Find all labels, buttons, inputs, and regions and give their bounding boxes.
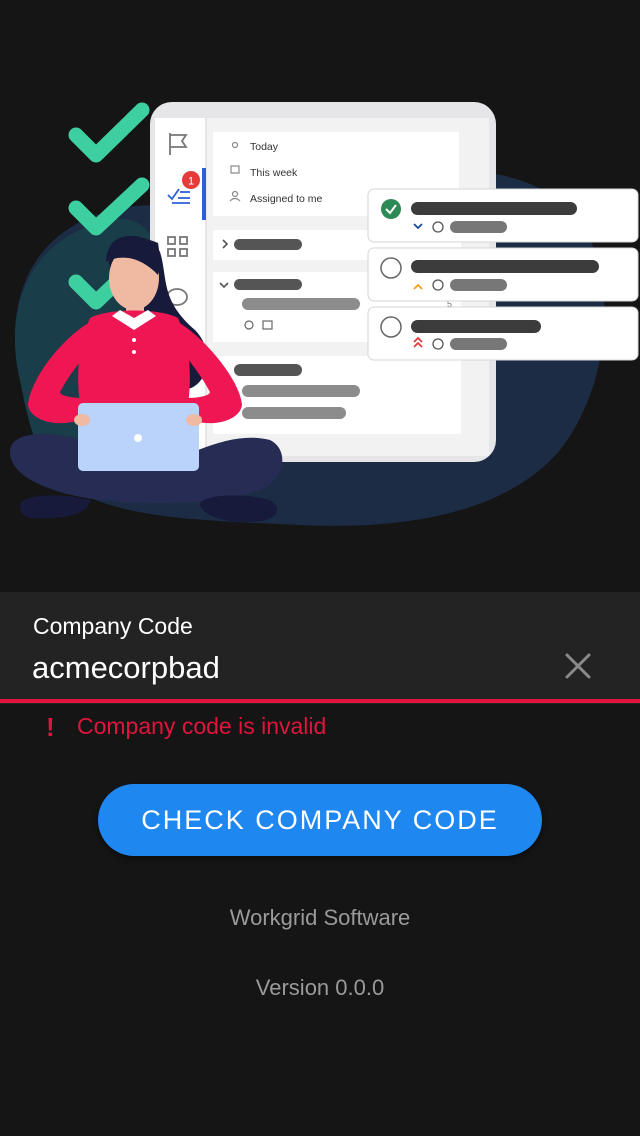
notification-count: 1: [188, 176, 194, 188]
laptop-logo: [134, 434, 142, 442]
company-code-label: Company Code: [33, 613, 193, 639]
task-card: [367, 306, 639, 361]
check-icon: [68, 102, 150, 163]
onboarding-illustration: 1 Today This week Assigned to me 5: [10, 102, 639, 526]
error-message: Company code is invalid: [77, 713, 327, 739]
empty-circle-icon: [380, 316, 402, 338]
menu-item-today: Today: [250, 141, 279, 153]
close-icon: [565, 653, 591, 679]
company-code-field[interactable]: [0, 592, 640, 704]
company-code-input[interactable]: acmecorpbad: [32, 650, 220, 686]
check-circle-icon: [381, 199, 401, 219]
left-hand: [74, 414, 90, 426]
left-foot: [20, 495, 90, 519]
menu-item-this-week: This week: [250, 167, 298, 179]
version-label: Version 0.0.0: [255, 975, 385, 1000]
error-icon: !: [46, 712, 55, 742]
check-company-code-button[interactable]: CHECK COMPANY CODE: [98, 784, 542, 856]
menu-item-assigned: Assigned to me: [250, 193, 323, 205]
task-card: [367, 247, 639, 302]
field-error-underline: [0, 699, 640, 703]
company-name: Workgrid Software: [229, 905, 411, 930]
task-card-done: [367, 188, 639, 243]
tasks-nav-highlight: [202, 168, 206, 220]
empty-circle-icon: [380, 257, 402, 279]
right-hand: [186, 414, 202, 426]
clear-input-button[interactable]: [558, 646, 598, 686]
